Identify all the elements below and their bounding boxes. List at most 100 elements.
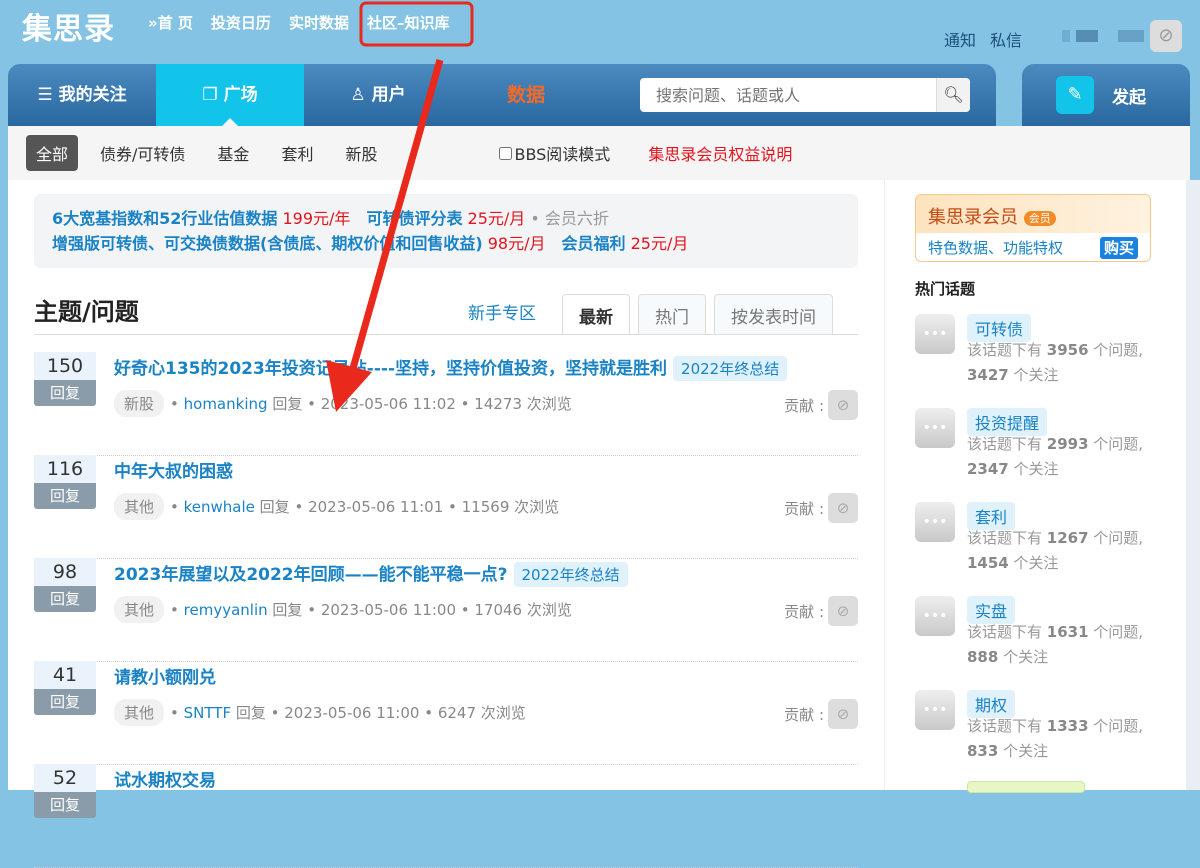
category-filter: 全部 债券/可转债 基金 套利 新股 BBS阅读模式 集思录会员权益说明 — [8, 126, 1190, 180]
reply-count-label: 回复 — [34, 689, 96, 715]
membership-card[interactable]: 集思录会员 会员 特色数据、功能特权购买 — [915, 194, 1151, 262]
chat-bubble-icon[interactable]: ••• — [915, 596, 955, 636]
post-title-text[interactable]: 中年大叔的困惑 — [114, 462, 233, 482]
post-title-text[interactable]: 试水期权交易 — [114, 771, 216, 791]
post-category[interactable]: 其他 — [114, 699, 164, 726]
chat-bubble-icon[interactable]: ••• — [915, 502, 955, 542]
contributor-avatar[interactable]: ⊘ — [828, 699, 858, 729]
nav-community[interactable]: 社区–知识库 — [367, 12, 450, 33]
promo-text[interactable]: 会员福利 — [545, 234, 625, 253]
stat-text: 个问题, — [1089, 623, 1144, 641]
tab-following[interactable]: ☰ 我的关注 — [8, 64, 156, 126]
contributor-avatar[interactable]: ⊘ — [828, 596, 858, 626]
username-redacted[interactable] — [1062, 30, 1144, 42]
post-action: 回复 — [260, 496, 290, 517]
post-title[interactable]: 2023年展望以及2022年回顾——能不能平稳一点? 2022年终总结 — [114, 560, 628, 587]
stat-text: 该话题下有 — [967, 529, 1047, 547]
user-icon: ♙ — [350, 85, 371, 105]
bbs-mode-checkbox[interactable] — [499, 147, 512, 160]
topic-tag[interactable]: 2022年终总结 — [673, 356, 787, 381]
launch-label: 发起 — [1112, 83, 1146, 108]
bbs-mode-toggle[interactable]: BBS阅读模式 — [499, 141, 610, 165]
promo-text[interactable]: 增强版可转债、可交换债数据(含债底、期权价值和回售收益) — [52, 234, 483, 253]
stat-text: 该话题下有 — [967, 717, 1047, 735]
tab-square[interactable]: ❐ 广场 — [156, 64, 304, 126]
post-views: 17046 次浏览 — [474, 599, 572, 620]
search-box: 🔍︎ — [640, 78, 970, 112]
post-row: 150回复 好奇心135的2023年投资记录帖----坚持，坚持价值投资，坚持就… — [34, 352, 858, 456]
tab-hot[interactable]: 热门 — [638, 294, 706, 334]
nav-calendar[interactable]: 投资日历 — [211, 12, 271, 33]
tab-users[interactable]: ♙ 用户 — [304, 64, 452, 126]
contributor-avatar[interactable]: ⊘ — [828, 493, 858, 523]
topic-tag[interactable]: 2022年终总结 — [514, 562, 628, 587]
reply-count-label: 回复 — [34, 483, 96, 509]
chat-bubble-icon[interactable]: ••• — [915, 690, 955, 730]
newbie-zone-link[interactable]: 新手专区 — [468, 299, 536, 324]
post-title[interactable]: 中年大叔的困惑 — [114, 457, 233, 482]
stat-text: 个关注 — [998, 648, 1048, 666]
stat-text: 个问题, — [1089, 529, 1144, 547]
post-category[interactable]: 其他 — [114, 596, 164, 623]
contrib-label: 贡献 : — [784, 395, 824, 416]
post-user[interactable]: kenwhale — [184, 498, 255, 516]
post-user[interactable]: SNTTF — [184, 704, 231, 722]
vip-benefits-link[interactable]: 集思录会员权益说明 — [648, 141, 792, 165]
post-category[interactable]: 其他 — [114, 493, 164, 520]
promo-text: • 会员六折 — [525, 209, 609, 228]
chat-bubble-icon[interactable]: ••• — [915, 314, 955, 354]
reply-count: 41回复 — [34, 661, 96, 717]
search-icon[interactable]: 🔍︎ — [936, 78, 970, 112]
divider — [34, 334, 858, 335]
tab-label: 我的关注 — [59, 85, 127, 105]
launch-button[interactable]: ✎ 发起 — [1022, 64, 1190, 126]
contributor-avatar[interactable]: ⊘ — [828, 390, 858, 420]
hot-topic: •••投资提醒该话题下有 2993 个问题, 2347 个关注 — [915, 408, 1165, 502]
topic-stats: 该话题下有 1333 个问题, 833 个关注 — [967, 714, 1167, 764]
top-nav: »首 页 投资日历 实时数据 社区–知识库 — [148, 12, 449, 33]
filter-all[interactable]: 全部 — [26, 135, 78, 171]
post-title-text[interactable]: 请教小额刚兑 — [114, 668, 216, 688]
tab-by-time[interactable]: 按发表时间 — [714, 294, 833, 334]
filter-arbitrage[interactable]: 套利 — [271, 135, 323, 171]
notifications-link[interactable]: 通知 — [944, 27, 976, 51]
post-time: 2023-05-06 11:00 — [321, 601, 456, 619]
scrollbar[interactable] — [1186, 180, 1200, 790]
post-title-text[interactable]: 好奇心135的2023年投资记录帖----坚持，坚持价值投资，坚持就是胜利 — [114, 359, 667, 379]
follower-count: 833 — [967, 742, 998, 760]
post-meta: 新股• homanking 回复 • 2023-05-06 11:02 • 14… — [114, 390, 572, 417]
filter-funds[interactable]: 基金 — [207, 135, 259, 171]
post-user[interactable]: homanking — [184, 395, 268, 413]
reply-count-number: 52 — [34, 764, 96, 792]
buy-button[interactable]: 购买 — [1100, 237, 1138, 259]
promo-text: 25元/月 — [626, 234, 689, 253]
post-title[interactable]: 请教小额刚兑 — [114, 663, 216, 688]
tab-latest[interactable]: 最新 — [562, 294, 630, 334]
nav-realtime[interactable]: 实时数据 — [289, 12, 349, 33]
search-input[interactable] — [640, 78, 936, 112]
hot-topic: •••可转债该话题下有 3956 个问题, 3427 个关注 — [915, 314, 1165, 408]
chat-bubble-icon[interactable]: ••• — [915, 408, 955, 448]
post-category[interactable]: 新股 — [114, 390, 164, 417]
post-title[interactable]: 试水期权交易 — [114, 766, 216, 791]
post-title[interactable]: 好奇心135的2023年投资记录帖----坚持，坚持价值投资，坚持就是胜利 202… — [114, 354, 787, 381]
topic-stats: 该话题下有 1631 个问题, 888 个关注 — [967, 620, 1167, 670]
post-title-text[interactable]: 2023年展望以及2022年回顾——能不能平稳一点? — [114, 565, 508, 585]
sidebar-button[interactable] — [967, 781, 1085, 793]
avatar[interactable]: ⊘ — [1150, 20, 1182, 52]
tab-data[interactable]: 数据 — [452, 64, 600, 126]
stat-text: 个关注 — [998, 742, 1048, 760]
site-logo[interactable]: 集思录 — [22, 4, 115, 48]
member-badge: 会员 — [1024, 211, 1056, 226]
nav-home[interactable]: »首 页 — [148, 12, 193, 33]
contrib-label: 贡献 : — [784, 498, 824, 519]
filter-ipo[interactable]: 新股 — [335, 135, 387, 171]
copy-icon: ❐ — [202, 85, 223, 105]
filter-bonds[interactable]: 债券/可转债 — [90, 135, 195, 171]
promo-text[interactable]: 6大宽基指数和52行业估值数据 — [52, 209, 277, 228]
post-user[interactable]: remyyanlin — [184, 601, 268, 619]
contributors: 贡献 :⊘ — [784, 493, 858, 523]
messages-link[interactable]: 私信 — [990, 27, 1022, 51]
promo-text[interactable]: 可转债评分表 — [350, 209, 462, 228]
stat-text: 该话题下有 — [967, 341, 1047, 359]
